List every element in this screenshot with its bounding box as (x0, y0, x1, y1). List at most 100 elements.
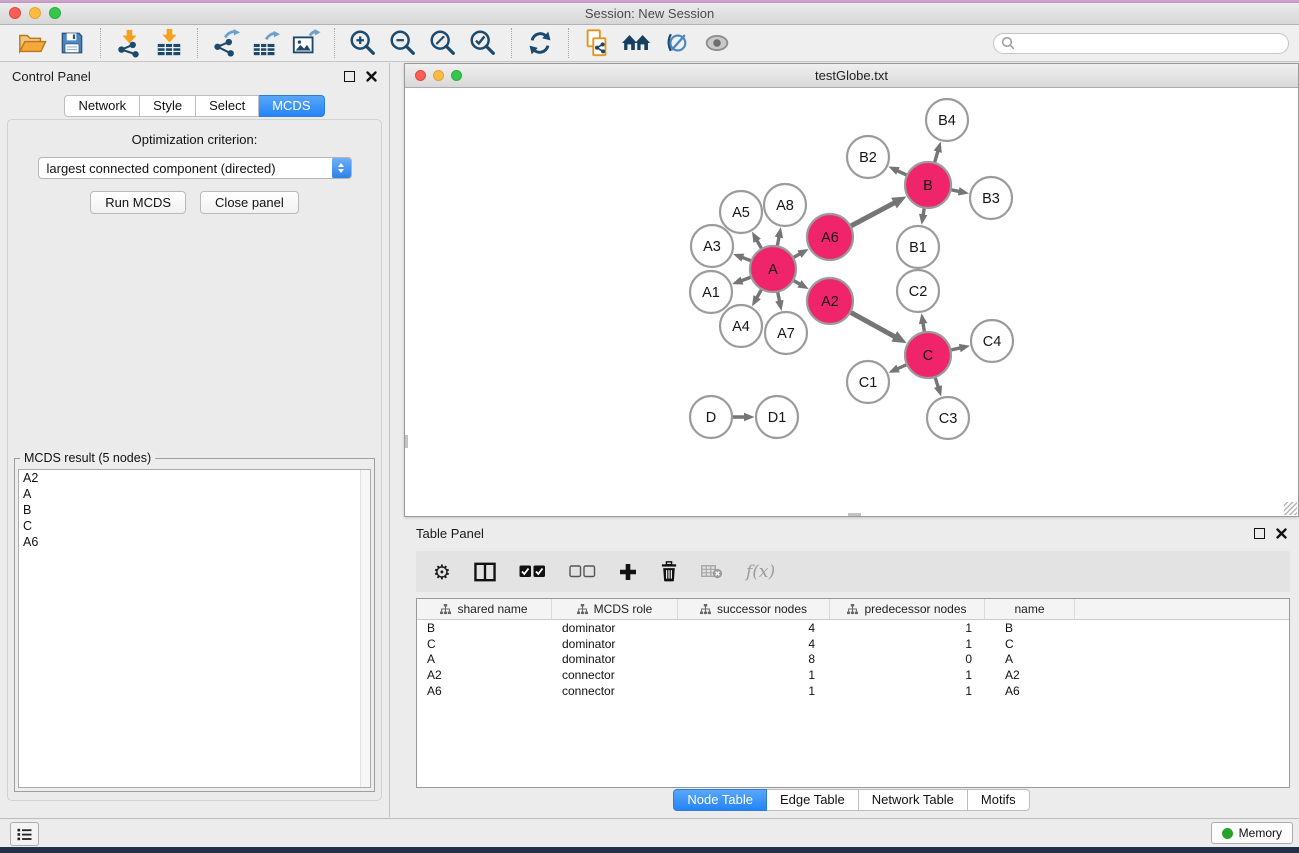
import-table-button[interactable] (152, 27, 186, 59)
function-builder-icon[interactable]: f(x) (746, 562, 775, 582)
table-cell[interactable]: 4 (678, 637, 830, 651)
network-from-selection-button[interactable] (580, 27, 614, 59)
canvas-scroll-handle-bottom[interactable] (848, 513, 861, 516)
refresh-button[interactable] (523, 27, 557, 59)
table-cell[interactable]: A2 (417, 668, 552, 682)
zoom-out-button[interactable] (386, 27, 420, 59)
table-row[interactable]: A6connector11A6 (417, 683, 1289, 699)
table-cell[interactable]: 1 (830, 637, 985, 651)
close-panel-icon[interactable] (1276, 528, 1287, 539)
hide-graphics-details-button[interactable] (660, 27, 694, 59)
close-window-button[interactable] (9, 7, 21, 19)
table-cell[interactable]: C (985, 637, 1075, 651)
result-item[interactable]: A2 (19, 470, 370, 486)
column-header-name[interactable]: name (985, 599, 1075, 619)
table-row[interactable]: Cdominator41C (417, 636, 1289, 652)
table-cell[interactable]: A2 (985, 668, 1075, 682)
table-cell[interactable]: 4 (678, 621, 830, 635)
result-scrollbar[interactable] (360, 470, 370, 787)
close-panel-icon[interactable] (366, 71, 377, 82)
search-input[interactable] (1015, 35, 1288, 51)
node-table[interactable]: shared nameMCDS rolesuccessor nodesprede… (416, 598, 1290, 788)
table-cell[interactable]: dominator (552, 621, 678, 635)
mcds-result-list[interactable]: A2ABCA6 (18, 469, 371, 788)
network-canvas[interactable]: AA1A2A3A4A5A6A7A8BB1B2B3B4CC1C2C3C4DD1 (405, 88, 1298, 516)
table-cell[interactable]: connector (552, 668, 678, 682)
tab-network[interactable]: Network (64, 95, 140, 117)
close-panel-button[interactable]: Close panel (200, 191, 299, 214)
column-header-successor-nodes[interactable]: successor nodes (678, 599, 830, 619)
table-cell[interactable]: 8 (678, 652, 830, 666)
float-panel-icon[interactable] (344, 71, 355, 82)
tab-network-table[interactable]: Network Table (859, 789, 968, 811)
window-resize-grip[interactable] (1284, 502, 1297, 515)
search-field[interactable] (993, 33, 1289, 54)
tab-style[interactable]: Style (140, 95, 196, 117)
tab-edge-table[interactable]: Edge Table (767, 789, 859, 811)
arrowhead (919, 214, 927, 225)
minimize-network-window-button[interactable] (433, 70, 444, 81)
column-header-predecessor-nodes[interactable]: predecessor nodes (830, 599, 985, 619)
import-network-button[interactable] (112, 27, 146, 59)
table-cell[interactable]: 1 (830, 621, 985, 635)
table-cell[interactable]: 0 (830, 652, 985, 666)
table-cell[interactable]: B (985, 621, 1075, 635)
table-cell[interactable]: dominator (552, 637, 678, 651)
zoom-fit-button[interactable] (426, 27, 460, 59)
save-session-button[interactable] (55, 27, 89, 59)
table-cell[interactable]: connector (552, 684, 678, 698)
tab-select[interactable]: Select (196, 95, 259, 117)
table-cell[interactable]: 1 (830, 684, 985, 698)
table-cell[interactable]: A (417, 652, 552, 666)
table-cell[interactable]: 1 (678, 668, 830, 682)
close-network-window-button[interactable] (415, 70, 426, 81)
canvas-scroll-handle-left[interactable] (405, 435, 408, 448)
select-all-checkboxes-icon[interactable] (519, 565, 546, 578)
table-cell[interactable]: 1 (678, 684, 830, 698)
show-eye-button[interactable] (700, 27, 734, 59)
columns-icon[interactable] (474, 562, 496, 582)
table-row[interactable]: Adominator80A (417, 652, 1289, 668)
result-item[interactable]: C (19, 518, 370, 534)
table-cell[interactable]: A6 (417, 684, 552, 698)
tab-node-table[interactable]: Node Table (673, 789, 767, 811)
table-row[interactable]: A2connector11A2 (417, 667, 1289, 683)
zoom-in-button[interactable] (346, 27, 380, 59)
home-button[interactable] (620, 27, 654, 59)
export-table-button[interactable] (249, 27, 283, 59)
result-item[interactable]: B (19, 502, 370, 518)
node-label-B4: B4 (938, 113, 956, 129)
run-mcds-button[interactable]: Run MCDS (90, 191, 186, 214)
table-cell[interactable]: C (417, 637, 552, 651)
table-cell[interactable]: A (985, 652, 1075, 666)
tab-mcds[interactable]: MCDS (259, 95, 324, 117)
zoom-network-window-button[interactable] (451, 70, 462, 81)
export-image-button[interactable] (289, 27, 323, 59)
column-header-shared-name[interactable]: shared name (417, 599, 552, 619)
network-graph[interactable]: AA1A2A3A4A5A6A7A8BB1B2B3B4CC1C2C3C4DD1 (405, 88, 1298, 517)
add-row-plus-icon[interactable] (619, 563, 637, 581)
network-window-titlebar[interactable]: testGlobe.txt (405, 64, 1298, 88)
delete-trash-icon[interactable] (660, 561, 678, 582)
settings-gear-icon[interactable]: ⚙ (433, 562, 451, 582)
zoom-window-button[interactable] (49, 7, 61, 19)
zoom-selected-button[interactable] (466, 27, 500, 59)
result-item[interactable]: A (19, 486, 370, 502)
table-cell[interactable]: B (417, 621, 552, 635)
result-item[interactable]: A6 (19, 534, 370, 550)
delete-table-icon[interactable] (701, 564, 723, 579)
table-cell[interactable]: dominator (552, 652, 678, 666)
open-session-button[interactable] (15, 27, 49, 59)
export-network-button[interactable] (209, 27, 243, 59)
show-panels-button[interactable] (10, 822, 39, 846)
deselect-all-checkboxes-icon[interactable] (569, 565, 596, 578)
tab-motifs[interactable]: Motifs (968, 789, 1030, 811)
memory-button[interactable]: Memory (1211, 822, 1293, 844)
table-cell[interactable]: A6 (985, 684, 1075, 698)
criterion-select[interactable]: largest connected component (directed) (38, 157, 352, 179)
minimize-window-button[interactable] (29, 7, 41, 19)
column-header-mcds-role[interactable]: MCDS role (552, 599, 678, 619)
table-row[interactable]: Bdominator41B (417, 620, 1289, 636)
table-cell[interactable]: 1 (830, 668, 985, 682)
float-panel-icon[interactable] (1254, 528, 1265, 539)
